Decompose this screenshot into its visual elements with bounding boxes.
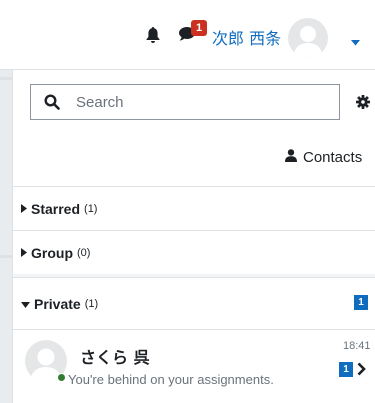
section-private-label: Private (34, 295, 81, 312)
caret-right-icon (21, 200, 27, 218)
search-input[interactable] (76, 85, 331, 119)
section-starred[interactable]: Starred (1) (13, 186, 375, 230)
gear-icon[interactable] (356, 95, 370, 114)
section-group-label: Group (31, 244, 73, 261)
avatar[interactable] (288, 18, 328, 58)
page-divider (0, 255, 12, 258)
message-count-badge: 1 (191, 20, 207, 36)
message-drawer: Contacts Starred (1) Group (0) Private (… (12, 70, 375, 403)
section-starred-label: Starred (31, 200, 81, 217)
conversation-unread-badge: 1 (339, 362, 353, 377)
page-divider (0, 77, 12, 80)
contacts-link[interactable]: Contacts (285, 149, 362, 166)
caret-down-icon (21, 295, 30, 313)
contacts-label: Contacts (303, 149, 363, 166)
section-private-count: (1) (84, 297, 99, 310)
user-icon (285, 149, 297, 166)
top-navbar: 1 次郎 西条 (0, 0, 375, 70)
search-box[interactable] (30, 84, 340, 120)
caret-down-icon[interactable] (351, 33, 360, 51)
chevron-right-icon (357, 362, 366, 381)
conversation-time: 18:41 (343, 340, 371, 352)
search-icon (44, 94, 60, 115)
private-unread-badge: 1 (354, 295, 368, 310)
section-starred-count: (1) (84, 202, 98, 215)
online-status-indicator (57, 373, 66, 382)
section-group[interactable]: Group (0) (13, 230, 375, 274)
conversation-item[interactable]: さくら 呉 18:41 You're behind on your assign… (13, 329, 375, 403)
section-private[interactable]: Private (1) 1 (13, 277, 375, 329)
section-group-count: (0) (77, 246, 91, 259)
caret-right-icon (21, 244, 27, 262)
conversation-name: さくら 呉 (80, 348, 150, 367)
conversation-last-message: You're behind on your assignments. (68, 372, 274, 387)
user-name-link[interactable]: 次郎 西条 (212, 25, 281, 49)
bell-icon[interactable] (146, 27, 160, 48)
